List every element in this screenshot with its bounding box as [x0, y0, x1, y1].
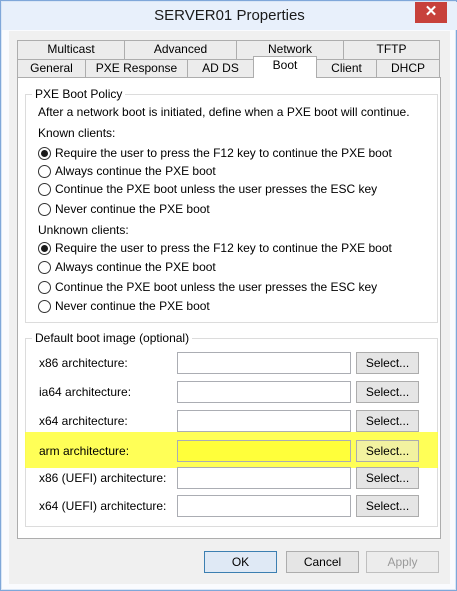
- x64-uefi-architecture-field[interactable]: [177, 495, 351, 517]
- radio-button[interactable]: [38, 300, 51, 313]
- x64-select-button[interactable]: Select...: [356, 410, 419, 432]
- x64-architecture-field[interactable]: [177, 410, 351, 432]
- tab-pxe-response[interactable]: PXE Response: [85, 59, 188, 78]
- x86-select-button[interactable]: Select...: [356, 352, 419, 374]
- arm-select-button[interactable]: Select...: [356, 440, 419, 462]
- tab-tftp[interactable]: TFTP: [343, 40, 440, 59]
- close-icon: ✕: [424, 3, 438, 20]
- tab-general[interactable]: General: [17, 59, 86, 78]
- pxe-policy-description: After a network boot is initiated, defin…: [38, 105, 410, 119]
- x64-uefi-select-button[interactable]: Select...: [356, 495, 419, 517]
- arm-architecture-field[interactable]: [177, 440, 351, 462]
- unknown-clients-label: Unknown clients:: [38, 223, 129, 237]
- x86-uefi-architecture-field[interactable]: [177, 467, 351, 489]
- x64-uefi-architecture-label: x64 (UEFI) architecture:: [39, 499, 167, 513]
- x86-architecture-field[interactable]: [177, 352, 351, 374]
- close-button[interactable]: ✕: [415, 2, 447, 23]
- window-title: SERVER01 Properties: [154, 7, 305, 24]
- radio-button[interactable]: [38, 147, 51, 160]
- known-clients-label: Known clients:: [38, 126, 116, 140]
- ia64-select-button[interactable]: Select...: [356, 381, 419, 403]
- tab-ad-ds[interactable]: AD DS: [187, 59, 254, 78]
- radio-button[interactable]: [38, 203, 51, 216]
- ia64-architecture-label: ia64 architecture:: [39, 385, 132, 399]
- apply-button[interactable]: Apply: [366, 551, 439, 573]
- x86-uefi-architecture-label: x86 (UEFI) architecture:: [39, 471, 167, 485]
- pxe-boot-policy-legend: PXE Boot Policy: [35, 87, 123, 101]
- radio-button[interactable]: [38, 281, 51, 294]
- ia64-architecture-field[interactable]: [177, 381, 351, 403]
- title-bar[interactable]: SERVER01 Properties ✕: [2, 2, 457, 30]
- x86-architecture-label: x86 architecture:: [39, 356, 128, 370]
- tab-boot[interactable]: Boot: [253, 56, 317, 78]
- cancel-button[interactable]: Cancel: [286, 551, 359, 573]
- radio-button[interactable]: [38, 165, 51, 178]
- radio-button[interactable]: [38, 261, 51, 274]
- x64-architecture-label: x64 architecture:: [39, 414, 128, 428]
- properties-dialog: SERVER01 Properties ✕ Multicast Advanced…: [0, 0, 457, 591]
- tab-dhcp[interactable]: DHCP: [376, 59, 440, 78]
- radio-button[interactable]: [38, 242, 51, 255]
- tab-multicast[interactable]: Multicast: [17, 40, 125, 59]
- x86-uefi-select-button[interactable]: Select...: [356, 467, 419, 489]
- arm-architecture-label: arm architecture:: [39, 444, 130, 458]
- ok-button[interactable]: OK: [204, 551, 277, 573]
- default-boot-image-legend: Default boot image (optional): [35, 331, 190, 345]
- tab-advanced[interactable]: Advanced: [124, 40, 237, 59]
- tab-client[interactable]: Client: [316, 59, 377, 78]
- radio-button[interactable]: [38, 183, 51, 196]
